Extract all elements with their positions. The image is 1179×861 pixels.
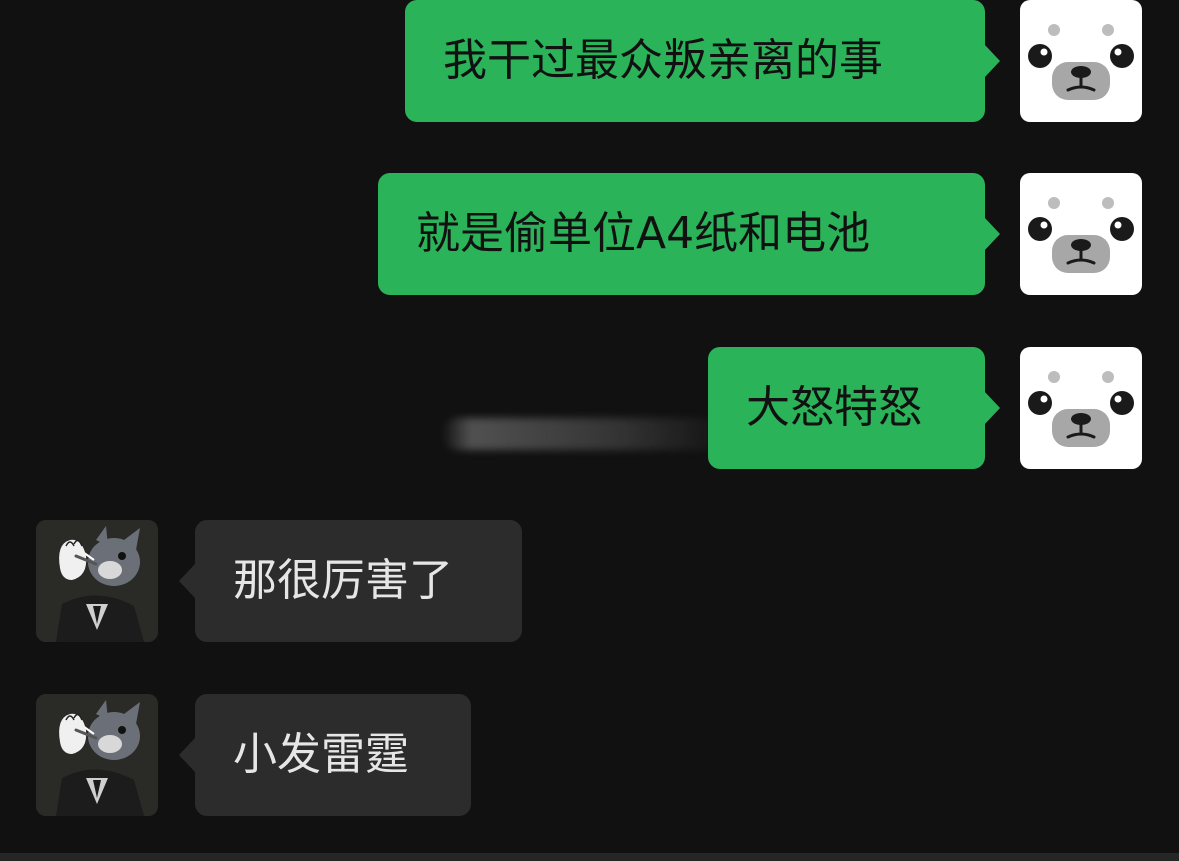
message-text: 那很厉害了 bbox=[233, 555, 453, 606]
seal-face-icon-svg bbox=[1028, 197, 1134, 273]
bubble-tail bbox=[179, 738, 195, 772]
cartoon-cat-portrait-icon[interactable] bbox=[36, 694, 158, 816]
message-bubble-outgoing[interactable]: 大怒特怒 bbox=[708, 347, 985, 469]
message-row-outgoing: 大怒特怒 bbox=[0, 347, 1179, 469]
seal-face-icon[interactable] bbox=[1020, 0, 1142, 122]
cartoon-cat-portrait-icon[interactable] bbox=[36, 520, 158, 642]
bubble-tail bbox=[984, 44, 1000, 78]
seal-face-icon-svg bbox=[1028, 24, 1134, 100]
message-bubble-incoming[interactable]: 那很厉害了 bbox=[195, 520, 522, 642]
message-row-incoming: 那很厉害了 bbox=[0, 520, 1179, 642]
message-row-outgoing: 就是偷单位A4纸和电池 bbox=[0, 173, 1179, 295]
message-bubble-outgoing[interactable]: 就是偷单位A4纸和电池 bbox=[378, 173, 985, 295]
seal-face-icon-svg bbox=[1028, 371, 1134, 447]
bubble-tail bbox=[179, 564, 195, 598]
message-text: 我干过最众叛亲离的事 bbox=[443, 35, 883, 86]
bubble-tail bbox=[984, 391, 1000, 425]
message-text: 小发雷霆 bbox=[233, 729, 409, 780]
input-bar-edge bbox=[0, 853, 1179, 861]
seal-face-icon[interactable] bbox=[1020, 347, 1142, 469]
seal-face-icon[interactable] bbox=[1020, 173, 1142, 295]
message-bubble-outgoing[interactable]: 我干过最众叛亲离的事 bbox=[405, 0, 985, 122]
message-bubble-incoming[interactable]: 小发雷霆 bbox=[195, 694, 471, 816]
message-row-incoming: 小发雷霆 bbox=[0, 694, 1179, 816]
message-text: 大怒特怒 bbox=[746, 382, 922, 433]
message-row-outgoing: 我干过最众叛亲离的事 bbox=[0, 0, 1179, 122]
message-text: 就是偷单位A4纸和电池 bbox=[416, 208, 871, 259]
cartoon-cat-portrait-icon-svg bbox=[36, 694, 158, 816]
cartoon-cat-portrait-icon-svg bbox=[36, 520, 158, 642]
bubble-tail bbox=[984, 217, 1000, 251]
chat-message-list[interactable]: 我干过最众叛亲离的事 就是偷单位A4纸和电池 大怒特怒 那很厉害了 小发雷霆 bbox=[0, 0, 1179, 861]
